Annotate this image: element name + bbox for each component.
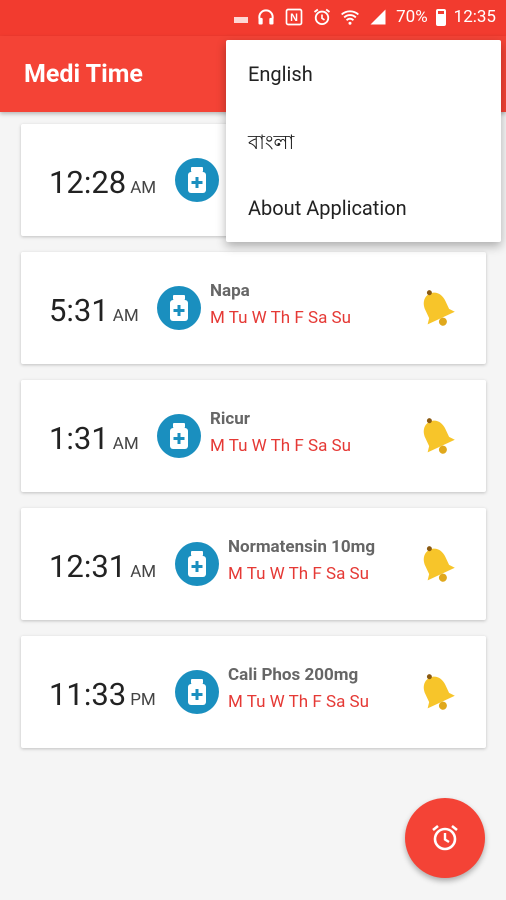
alarm-days: M Tu W Th F Sa Su (210, 436, 351, 456)
alarm-ampm: PM (130, 690, 156, 710)
overflow-menu: English বাংলা About Application (226, 40, 501, 242)
add-alarm-button[interactable] (405, 798, 485, 878)
bell-icon[interactable] (414, 414, 460, 460)
alarm-card[interactable]: 1:31 AM Ricur M Tu W Th F Sa Su (21, 380, 486, 492)
svg-text:N: N (290, 12, 298, 24)
menu-item-about[interactable]: About Application (248, 196, 407, 220)
medicine-name: Ricur (210, 409, 250, 429)
bell-icon[interactable] (414, 286, 460, 332)
alarm-ampm: AM (112, 434, 139, 454)
medicine-bottle-icon (175, 542, 219, 586)
alarm-icon (312, 7, 332, 27)
battery-percent: 70% (396, 7, 428, 27)
alarm-time: 1:31 AM (49, 420, 139, 457)
alarm-time: 12:28 AM (49, 164, 157, 201)
alarm-days: M Tu W Th F Sa Su (228, 692, 369, 712)
alarm-ampm: AM (112, 306, 139, 326)
medicine-bottle-icon (175, 670, 219, 714)
alarm-time: 12:31 AM (49, 548, 157, 585)
alarm-days: M Tu W Th F Sa Su (210, 308, 351, 328)
app-title: Medi Time (24, 60, 143, 89)
sim-icon (234, 17, 249, 23)
battery-icon (435, 8, 446, 26)
signal-icon (368, 7, 388, 27)
alarm-ampm: AM (130, 178, 157, 198)
alarm-ampm: AM (130, 562, 157, 582)
wifi-icon (340, 7, 360, 27)
nfc-icon: N (284, 7, 304, 27)
medicine-name: Normatensin 10mg (228, 537, 376, 557)
alarm-card[interactable]: 5:31 AM Napa M Tu W Th F Sa Su (21, 252, 486, 364)
medicine-name: Napa (210, 281, 250, 301)
medicine-bottle-icon (157, 414, 201, 458)
status-time: 12:35 (453, 7, 496, 27)
bell-icon[interactable] (414, 542, 460, 588)
menu-item-english[interactable]: English (248, 62, 313, 86)
menu-item-bangla[interactable]: বাংলা (248, 128, 294, 161)
medicine-bottle-icon (175, 158, 219, 202)
alarm-time: 11:33 PM (49, 676, 156, 713)
bell-icon[interactable] (414, 670, 460, 716)
alarm-card[interactable]: 11:33 PM Cali Phos 200mg M Tu W Th F Sa S… (21, 636, 486, 748)
headphones-icon (256, 7, 276, 27)
alarm-days: M Tu W Th F Sa Su (228, 564, 369, 584)
medicine-name: Cali Phos 200mg (228, 665, 359, 685)
alarm-card[interactable]: 12:31 AM Normatensin 10mg M Tu W Th F Sa … (21, 508, 486, 620)
medicine-bottle-icon (157, 286, 201, 330)
status-bar: N 70% 12:35 (0, 0, 506, 36)
alarm-clock-icon (432, 824, 458, 851)
alarm-time: 5:31 AM (49, 292, 139, 329)
